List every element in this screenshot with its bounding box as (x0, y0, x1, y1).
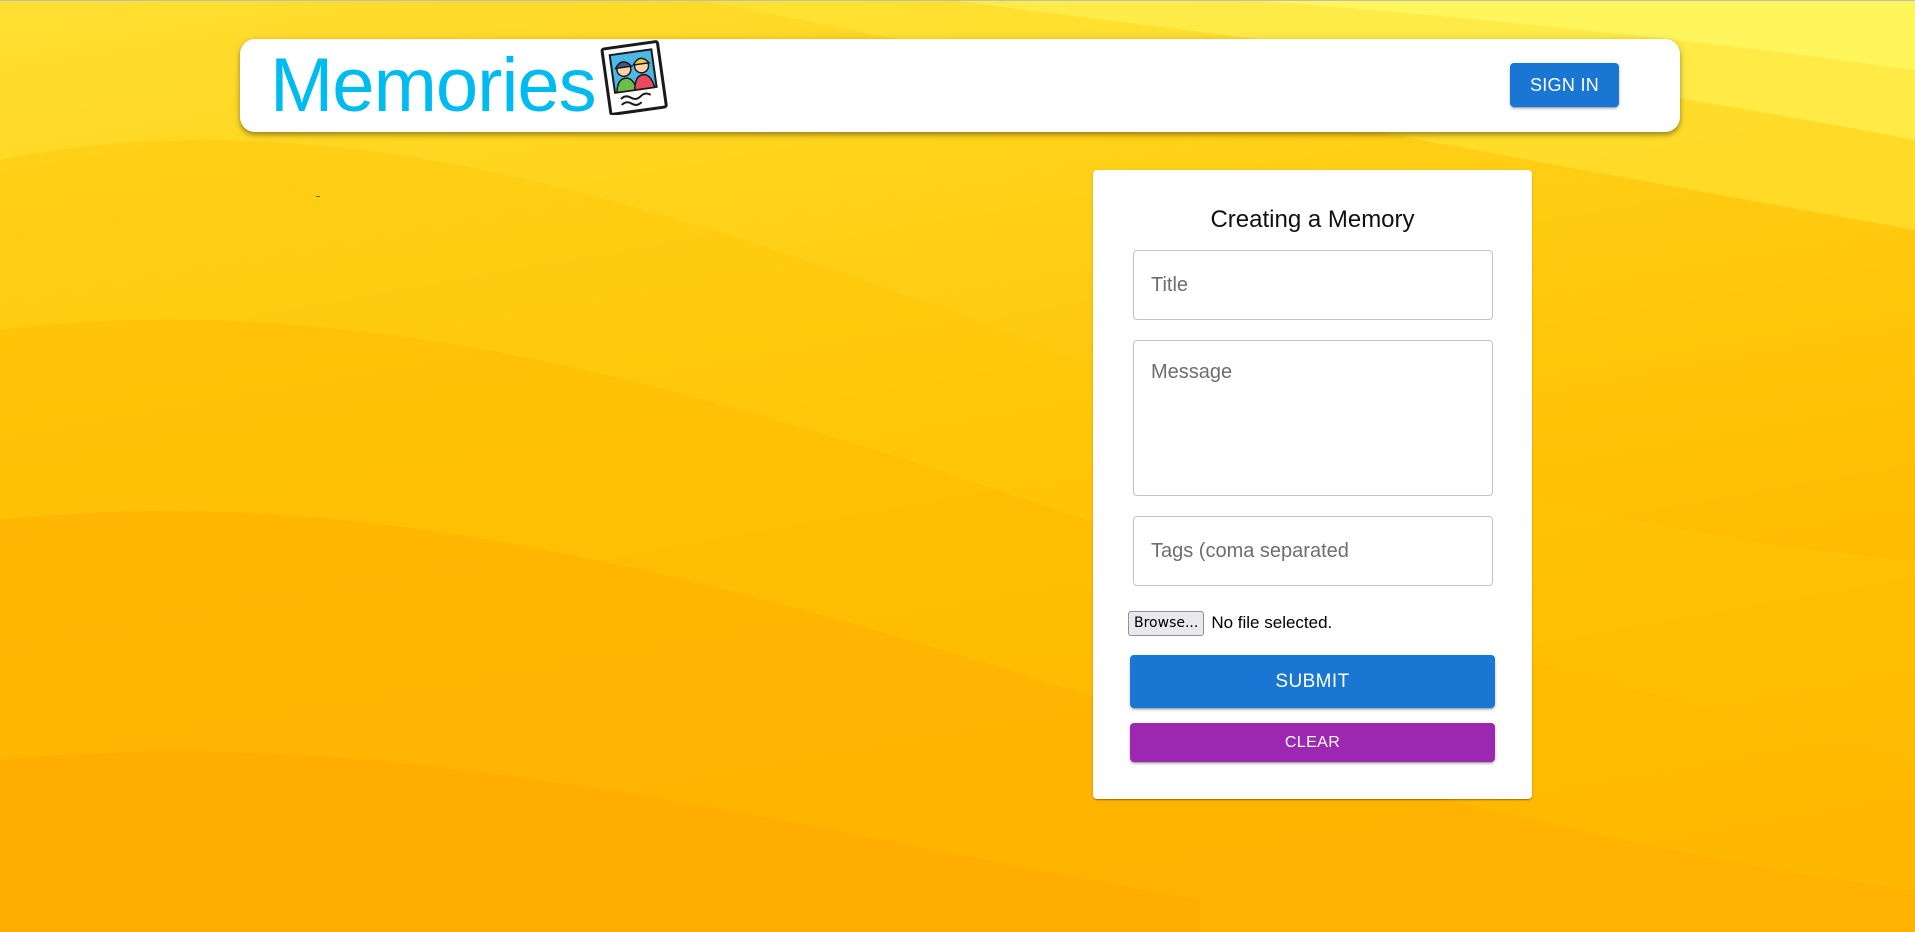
tags-input[interactable] (1133, 516, 1493, 586)
brand-title: Memories (270, 43, 597, 128)
title-input[interactable] (1133, 250, 1493, 320)
posts-loading-marker (316, 196, 320, 197)
file-picker: Browse... No file selected. (1128, 610, 1332, 636)
message-input[interactable] (1133, 340, 1493, 496)
file-status: No file selected. (1211, 613, 1333, 632)
window-top-border (0, 0, 1915, 1)
app-bar: Memories SIGN IN (240, 39, 1680, 132)
sign-in-button[interactable]: SIGN IN (1510, 63, 1619, 107)
clear-button[interactable]: CLEAR (1130, 723, 1495, 762)
background-waves (0, 0, 1915, 932)
submit-button[interactable]: SUBMIT (1130, 655, 1495, 708)
browse-button[interactable]: Browse... (1128, 610, 1205, 636)
create-memory-form: Creating a Memory Browse... No file sele… (1093, 170, 1532, 799)
form-heading: Creating a Memory (1210, 206, 1415, 233)
photo-memories-icon (596, 39, 672, 116)
